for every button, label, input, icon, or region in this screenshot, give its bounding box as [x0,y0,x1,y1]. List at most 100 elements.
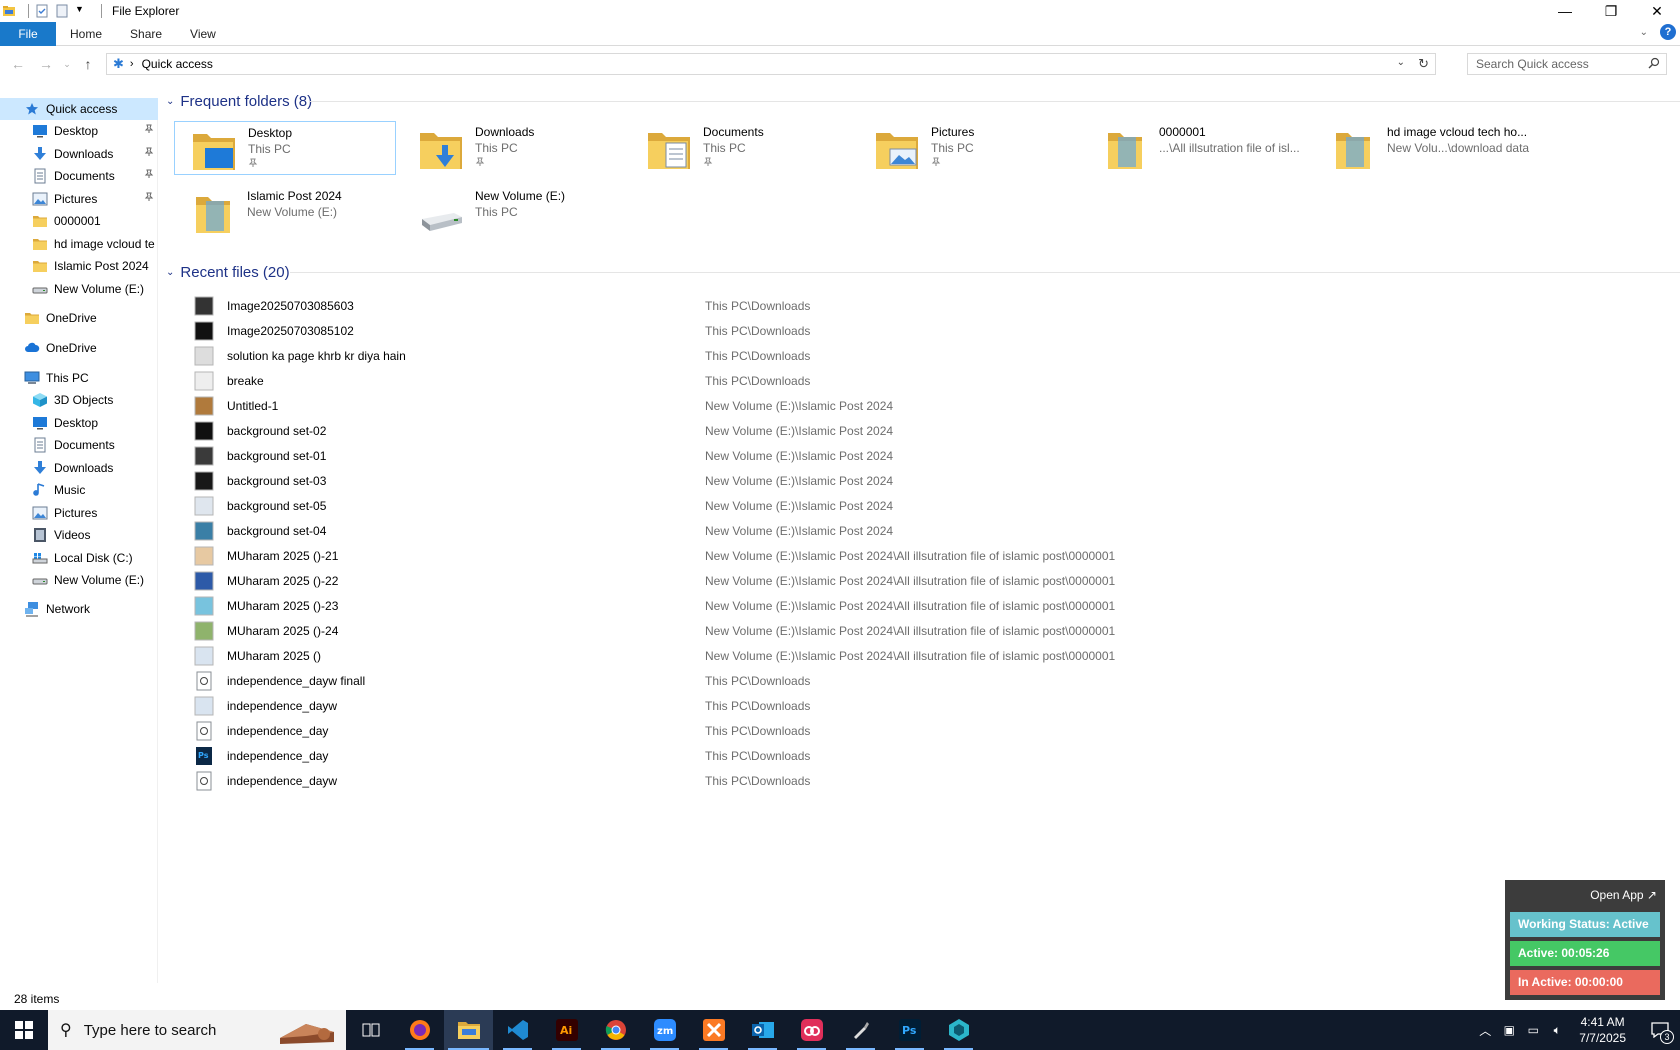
table-row[interactable]: background set-02 New Volume (E:)\Islamic… [160,419,1560,443]
taskbar-app-chrome[interactable] [591,1010,640,1050]
table-row[interactable]: MUharam 2025 ()-22 New Volume (E:)\Islami… [160,569,1560,593]
table-row[interactable]: MUharam 2025 () New Volume (E:)\Islamic P… [160,644,1560,668]
table-row[interactable]: background set-01 New Volume (E:)\Islamic… [160,444,1560,468]
volume-icon[interactable]: 🔈︎ [1546,1023,1568,1038]
folder-tile[interactable]: New Volume (E:) This PC [402,185,624,239]
table-row[interactable]: background set-04 New Volume (E:)\Islamic… [160,519,1560,543]
sidebar-item-downloads[interactable]: Downloads [0,143,158,165]
table-row[interactable]: breake This PC\Downloads [160,369,1560,393]
table-row[interactable]: MUharam 2025 ()-21 New Volume (E:)\Islami… [160,544,1560,568]
sidebar-item-desktop[interactable]: Desktop [0,412,158,434]
sidebar-item-this-pc[interactable]: This PC [0,367,158,389]
sidebar-item-onedrive[interactable]: OneDrive [0,337,158,359]
start-button[interactable] [0,1010,48,1050]
clock[interactable]: 4:41 AM 7/7/2025 [1579,1014,1626,1046]
table-row[interactable]: independence_dayw finall This PC\Download… [160,669,1560,693]
sidebar-item-desktop[interactable]: Desktop [0,120,158,142]
table-row[interactable]: independence_dayw This PC\Downloads [160,694,1560,718]
collapse-chevron-icon[interactable]: ⌄ [166,96,174,107]
sidebar-item-quick-access[interactable]: Quick access [0,98,158,120]
taskbar-app-firefox[interactable] [395,1010,444,1050]
taskbar-app-creative-cloud[interactable] [787,1010,836,1050]
properties-icon[interactable] [35,4,49,18]
taskbar-app-task-view[interactable] [346,1010,395,1050]
table-row[interactable]: Image20250703085603 This PC\Downloads [160,294,1560,318]
taskbar-app-outlook[interactable] [738,1010,787,1050]
pin-icon[interactable] [144,147,154,160]
table-row[interactable]: Image20250703085102 This PC\Downloads [160,319,1560,343]
sidebar-item-islamic-post-2024[interactable]: Islamic Post 2024 [0,255,158,277]
folder-tile[interactable]: Downloads This PC [402,121,624,175]
folder-tile[interactable]: Documents This PC [630,121,852,175]
refresh-icon[interactable]: ↻ [1418,56,1429,72]
collapse-chevron-icon[interactable]: ⌄ [166,267,174,278]
taskbar-app-pen-tool[interactable] [836,1010,885,1050]
taskbar-app-illustrator[interactable]: Ai [542,1010,591,1050]
folder-tile[interactable]: 0000001 ...\All illsutration file of isl.… [1086,121,1308,175]
sidebar-item-pictures[interactable]: Pictures [0,502,158,524]
taskbar-app-vscode[interactable] [493,1010,542,1050]
breadcrumb[interactable]: Quick access [142,57,213,71]
tray-app-icon[interactable]: ▣ [1498,1023,1520,1037]
sidebar-item-network[interactable]: Network [0,598,158,620]
tab-share[interactable]: Share [116,22,176,46]
tab-home[interactable]: Home [56,22,116,46]
table-row[interactable]: Ps independence_day This PC\Downloads [160,744,1560,768]
table-row[interactable]: background set-05 New Volume (E:)\Islamic… [160,494,1560,518]
sidebar-item-hd-image-vcloud-te[interactable]: hd image vcloud te [0,233,158,255]
pin-icon[interactable] [144,169,154,182]
back-arrow-icon[interactable]: ← [4,52,32,76]
table-row[interactable]: independence_dayw This PC\Downloads [160,769,1560,793]
new-folder-icon[interactable] [55,4,69,18]
pin-icon[interactable] [144,192,154,205]
expand-ribbon-icon[interactable]: ⌄ [1640,27,1648,38]
table-row[interactable]: background set-03 New Volume (E:)\Islamic… [160,469,1560,493]
customize-toolbar-icon[interactable]: ▼ [75,4,89,18]
folder-tile[interactable]: Desktop This PC [174,121,396,175]
table-row[interactable]: MUharam 2025 ()-23 New Volume (E:)\Islami… [160,594,1560,618]
help-icon[interactable]: ? [1660,24,1676,40]
taskbar-app-file-explorer[interactable] [444,1010,493,1050]
table-row[interactable]: solution ka page khrb kr diya hain This P… [160,344,1560,368]
table-row[interactable]: MUharam 2025 ()-24 New Volume (E:)\Islami… [160,619,1560,643]
taskbar-app-photoshop[interactable]: Ps [885,1010,934,1050]
maximize-button[interactable]: ❐ [1588,0,1634,22]
sidebar-item-music[interactable]: Music [0,479,158,501]
sidebar-item-documents[interactable]: Documents [0,165,158,187]
taskbar-search-input[interactable]: ⚲ Type here to search [48,1010,346,1050]
action-center-button[interactable]: 3 [1640,1010,1680,1050]
open-app-link[interactable]: Open App ↗ [1590,888,1657,902]
sidebar-item-new-volume-e[interactable]: New Volume (E:) [0,569,158,591]
folder-tile[interactable]: Pictures This PC [858,121,1080,175]
sidebar-item-onedrive[interactable]: OneDrive [0,307,158,329]
folder-tile[interactable]: Islamic Post 2024 New Volume (E:) [174,185,396,239]
sidebar-item-documents[interactable]: Documents [0,434,158,456]
frequent-folders-header[interactable]: ⌄ Frequent folders (8) [166,90,312,112]
tab-file[interactable]: File [0,21,56,46]
network-status-icon[interactable]: ▭ [1522,1023,1544,1037]
recent-locations-chevron-icon[interactable]: ⌄ [60,52,74,76]
sidebar-item-new-volume-e[interactable]: New Volume (E:) [0,278,158,300]
forward-arrow-icon[interactable]: → [32,52,60,76]
table-row[interactable]: Untitled-1 New Volume (E:)\Islamic Post 2… [160,394,1560,418]
minimize-button[interactable]: — [1542,0,1588,22]
sidebar-item-0000001[interactable]: 0000001 [0,210,158,232]
sidebar-item-local-disk-c[interactable]: Local Disk (C:) [0,547,158,569]
taskbar-app-zoom[interactable]: zm [640,1010,689,1050]
folder-tile[interactable]: hd image vcloud tech ho... New Volu...\do… [1314,121,1536,175]
tab-view[interactable]: View [176,22,230,46]
taskbar-app-tracker-app[interactable] [934,1010,983,1050]
show-hidden-icons-chevron-icon[interactable]: ︿ [1474,1022,1496,1039]
close-button[interactable]: ✕ [1634,0,1680,22]
pin-icon[interactable] [144,124,154,137]
recent-files-header[interactable]: ⌄ Recent files (20) [166,261,290,283]
taskbar-app-xampp[interactable] [689,1010,738,1050]
up-arrow-icon[interactable]: ↑ [74,52,102,76]
search-input[interactable]: Search Quick access [1467,53,1667,75]
table-row[interactable]: independence_day This PC\Downloads [160,719,1560,743]
address-dropdown-icon[interactable]: ⌄ [1397,57,1405,68]
address-bar[interactable]: ✱ › Quick access ⌄ ↻ [106,53,1436,75]
sidebar-item-pictures[interactable]: Pictures [0,188,158,210]
sidebar-item-3d-objects[interactable]: 3D Objects [0,389,158,411]
sidebar-item-videos[interactable]: Videos [0,524,158,546]
